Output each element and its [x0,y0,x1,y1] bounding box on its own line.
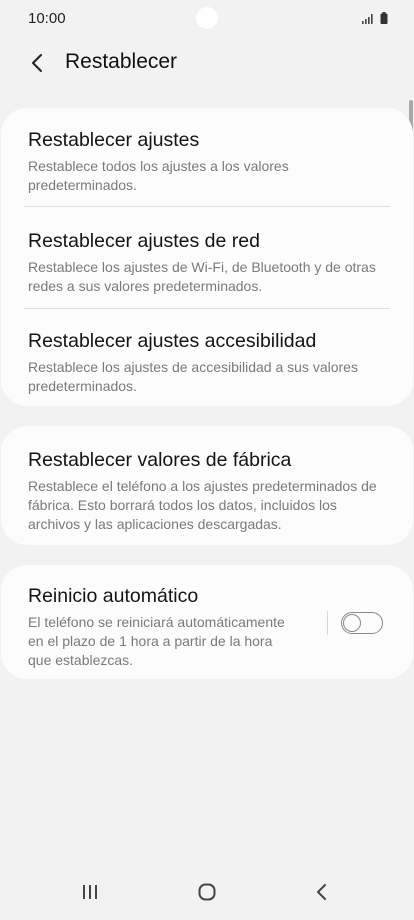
back-button[interactable] [22,48,52,78]
auto-restart-title: Reinicio automático [28,585,199,607]
status-bar: 10:00 [0,0,414,38]
screen: 10:00 Restablecer Restablecer ajustes Re… [0,0,414,920]
navigation-bar [0,868,414,916]
factory-reset-item[interactable]: Restablecer valores de fábrica Restablec… [28,448,389,534]
battery-icon [380,12,388,24]
auto-restart-item[interactable]: Reinicio automático El teléfono se reini… [28,584,313,670]
app-header: Restablecer [0,42,414,86]
nav-back-button[interactable] [302,878,342,906]
reset-accessibility-settings-item[interactable]: Restablecer ajustes accesibilidad Restab… [28,329,389,396]
divider [24,206,390,207]
status-icons [362,12,388,24]
auto-restart-description-line: en el plazo de 1 hora a partir de la hor… [28,633,273,649]
factory-reset-card: Restablecer valores de fábrica Restablec… [1,426,413,545]
reset-settings-item[interactable]: Restablecer ajustes Restablece todos los… [28,128,389,195]
reset-accessibility-settings-title: Restablecer ajustes accesibilidad [28,330,317,352]
auto-restart-description: El teléfono se reiniciará automáticament… [28,613,313,670]
reset-settings-description: Restablece todos los ajustes a los valor… [28,158,289,193]
back-icon [317,884,326,900]
reset-network-settings-item[interactable]: Restablecer ajustes de red Restablece lo… [28,229,389,296]
factory-reset-title: Restablecer valores de fábrica [28,449,292,471]
divider [24,308,390,309]
page-title: Restablecer [65,50,178,73]
reset-settings-title: Restablecer ajustes [28,129,200,151]
signal-icon [362,14,373,24]
toggle-separator [327,611,328,635]
auto-restart-card: Reinicio automático El teléfono se reini… [1,565,413,679]
status-time: 10:00 [28,10,66,27]
chevron-left-icon [32,54,42,72]
auto-restart-description-line: que establezcas. [28,652,134,668]
factory-reset-description: Restablece el teléfono a los ajustes pre… [28,478,377,532]
reset-accessibility-settings-description: Restablece los ajustes de accesibilidad … [28,359,358,394]
recent-apps-icon [83,885,97,899]
home-button[interactable] [187,878,227,906]
recent-apps-button[interactable] [70,878,110,906]
toggle-knob [343,613,361,632]
home-icon [198,883,216,901]
auto-restart-description-line: El teléfono se reiniciará automáticament… [28,614,285,630]
auto-restart-toggle[interactable] [341,612,383,634]
reset-options-card: Restablecer ajustes Restablece todos los… [1,108,413,406]
reset-network-settings-description: Restablece los ajustes de Wi-Fi, de Blue… [28,259,376,294]
camera-cutout [196,7,218,29]
reset-network-settings-title: Restablecer ajustes de red [28,230,260,252]
